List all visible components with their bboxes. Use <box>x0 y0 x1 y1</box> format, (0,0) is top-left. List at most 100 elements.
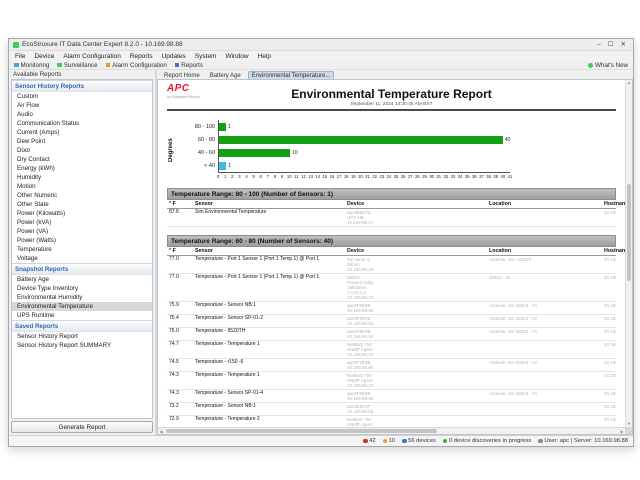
sidebar-item-dew-point[interactable]: Dew Point <box>12 137 152 146</box>
cell-temperature: 77.0 <box>167 274 193 302</box>
sidebar-item-battery-age[interactable]: Battery Age <box>12 275 152 284</box>
sidebar-item-power-watts[interactable]: Power (Watts) <box>12 236 152 245</box>
tab-battery-age[interactable]: Battery Age <box>207 72 244 79</box>
table-row: 72.9Temperature - Temperature 2NetBotz 7… <box>167 416 616 428</box>
x-axis-tick-label: 29 <box>422 174 427 179</box>
status-text: 56 devices <box>408 438 436 444</box>
sidebar-item-ups-runtime[interactable]: UPS Runtime <box>12 311 152 320</box>
vertical-scroll-thumb[interactable] <box>627 184 631 281</box>
column-header-hostname: Hostname <box>602 247 616 256</box>
section-title: Temperature Range: 60 - 80 (Number of Se… <box>167 235 616 247</box>
apc-logo-brand: APC <box>167 85 200 93</box>
sidebar-item-communication-status[interactable]: Communication Status <box>12 119 152 128</box>
sidebar-item-power-kva[interactable]: Power (kVA) <box>12 218 152 227</box>
x-axis-tick-label: 15 <box>322 174 327 179</box>
sidebar-item-environmental-humidity[interactable]: Environmental Humidity <box>12 293 152 302</box>
menu-alarm-configuration[interactable]: Alarm Configuration <box>63 53 120 60</box>
cell-device: apc9F9E9B 10.169.98.90 <box>345 315 487 328</box>
sidebar-item-current-amps[interactable]: Current (Amps) <box>12 128 152 137</box>
cell-temperature: 75.4 <box>167 315 193 328</box>
report-tables: Temperature Range: 80 - 100 (Number of S… <box>167 188 616 427</box>
sidebar-item-motion[interactable]: Motion <box>12 182 152 191</box>
table-row: 74.3Temperature - Sensor SP-01-4apc9F9E9… <box>167 390 616 403</box>
scroll-up-icon[interactable]: ▲ <box>626 80 632 86</box>
section-header-sensor-history-reports[interactable]: Sensor History Reports <box>12 80 152 92</box>
menu-help[interactable]: Help <box>258 53 271 60</box>
section-header-snapshot-reports[interactable]: Snapshot Reports <box>12 263 152 275</box>
sidebar-item-voltage[interactable]: Voltage <box>12 254 152 263</box>
x-axis-tick-label: 2 <box>231 174 233 179</box>
sidebar-item-energy-kwh[interactable]: Energy (kWh) <box>12 164 152 173</box>
table-row: 75.4Temperature - Sensor SP-01-2apc9F9E9… <box>167 315 616 328</box>
horizontal-scroll-thumb[interactable] <box>166 429 437 433</box>
perspective-monitoring[interactable]: Monitoring <box>14 62 49 69</box>
sidebar-item-humidity[interactable]: Humidity <box>12 173 152 182</box>
maximize-icon[interactable]: ☐ <box>608 40 614 50</box>
x-axis-tick-label: 31 <box>436 174 441 179</box>
sidebar-item-sensor-history-report-summary[interactable]: Sensor History Report SUMMARY <box>12 341 152 350</box>
perspective-alarm-configuration[interactable]: Alarm Configuration <box>106 62 167 69</box>
sidebar-item-other-state[interactable]: Other State <box>12 200 152 209</box>
status-bar: 421056 devices0 device discoveries in pr… <box>9 435 633 446</box>
sidebar-item-environmental-temperature[interactable]: Environmental Temperature <box>12 302 152 311</box>
cell-temperature: 75.9 <box>167 302 193 315</box>
menu-updates[interactable]: Updates <box>162 53 186 60</box>
sidebar-item-power-va[interactable]: Power (VA) <box>12 227 152 236</box>
x-axis-tick-label: 26 <box>401 174 406 179</box>
generate-report-button[interactable]: Generate Report <box>11 421 153 433</box>
menu-reports[interactable]: Reports <box>130 53 153 60</box>
x-axis-tick-label: 35 <box>465 174 470 179</box>
alarm-configuration-icon <box>106 63 111 68</box>
x-axis-tick-label: 19 <box>351 174 356 179</box>
vertical-scrollbar[interactable]: ▲ ▼ <box>625 80 632 427</box>
tab-environmental-temperature[interactable]: Environmental Temperature... <box>248 71 335 79</box>
menu-device[interactable]: Device <box>34 53 54 60</box>
cell-hostname: 10.169.98.177 <box>602 416 616 428</box>
sidebar-item-sensor-history-report[interactable]: Sensor History Report <box>12 332 152 341</box>
perspective-surveillance[interactable]: Surveillance <box>57 62 97 69</box>
reports-icon <box>175 63 180 68</box>
x-axis-tick-label: 32 <box>444 174 449 179</box>
horizontal-scrollbar[interactable]: ◀ ▶ <box>158 427 625 434</box>
close-icon[interactable]: ✕ <box>621 40 626 50</box>
scroll-left-icon[interactable]: ◀ <box>158 428 164 434</box>
sidebar-item-air-flow[interactable]: Air Flow <box>12 101 152 110</box>
sidebar-item-audio[interactable]: Audio <box>12 110 152 119</box>
cell-location <box>487 403 602 416</box>
resize-grip[interactable] <box>625 427 632 434</box>
x-axis-tick-label: 33 <box>451 174 456 179</box>
sidebar-item-device-type-inventory[interactable]: Device Type Inventory <box>12 284 152 293</box>
table-row: 75.9Temperature - Sensor NB:1apc9F9E9B 1… <box>167 302 616 315</box>
section-header-saved-reports[interactable]: Saved Reports <box>12 320 152 332</box>
sidebar-item-temperature[interactable]: Temperature <box>12 245 152 254</box>
x-axis-tick-label: 0 <box>217 174 219 179</box>
panel-title: Available Reports <box>11 70 153 79</box>
chart-value-label: 1 <box>228 124 231 130</box>
menu-system[interactable]: System <box>195 53 217 60</box>
sidebar-item-door[interactable]: Door <box>12 146 152 155</box>
sidebar-item-dry-contact[interactable]: Dry Contact <box>12 155 152 164</box>
cell-location: Andover, MA 02810 - IN <box>487 315 602 328</box>
report-list: Sensor History ReportsCustomAir FlowAudi… <box>11 79 153 419</box>
whats-new-link[interactable]: What's New <box>588 62 628 69</box>
chart-track: 10 <box>218 146 510 159</box>
menu-window[interactable]: Window <box>225 53 248 60</box>
chart-bar-row: 40 - 6010 <box>178 146 616 159</box>
cell-hostname: 10.169.98.202 <box>602 274 616 302</box>
sidebar-item-power-kilowatts[interactable]: Power (Kilowatts) <box>12 209 152 218</box>
chart-track: 1 <box>218 159 510 172</box>
chart-bar <box>219 149 290 157</box>
cell-device: apc9F9E9B 10.169.98.90 <box>345 359 487 372</box>
cell-sensor: Temperature - Temperature 1 <box>193 341 345 359</box>
perspective-reports[interactable]: Reports <box>175 62 203 69</box>
chart-category-label: 40 - 60 <box>178 150 218 156</box>
report-section: Temperature Range: 80 - 100 (Number of S… <box>167 188 616 227</box>
app-icon <box>13 42 19 48</box>
tab-report-home[interactable]: Report Home <box>161 72 203 79</box>
cell-device: My name is Simon 10.169.98.19 <box>345 256 487 274</box>
menu-file[interactable]: File <box>15 53 25 60</box>
sidebar-item-other-numeric[interactable]: Other Numeric <box>12 191 152 200</box>
minimize-icon[interactable]: – <box>597 40 601 50</box>
x-axis-tick-label: 22 <box>372 174 377 179</box>
sidebar-item-custom[interactable]: Custom <box>12 92 152 101</box>
